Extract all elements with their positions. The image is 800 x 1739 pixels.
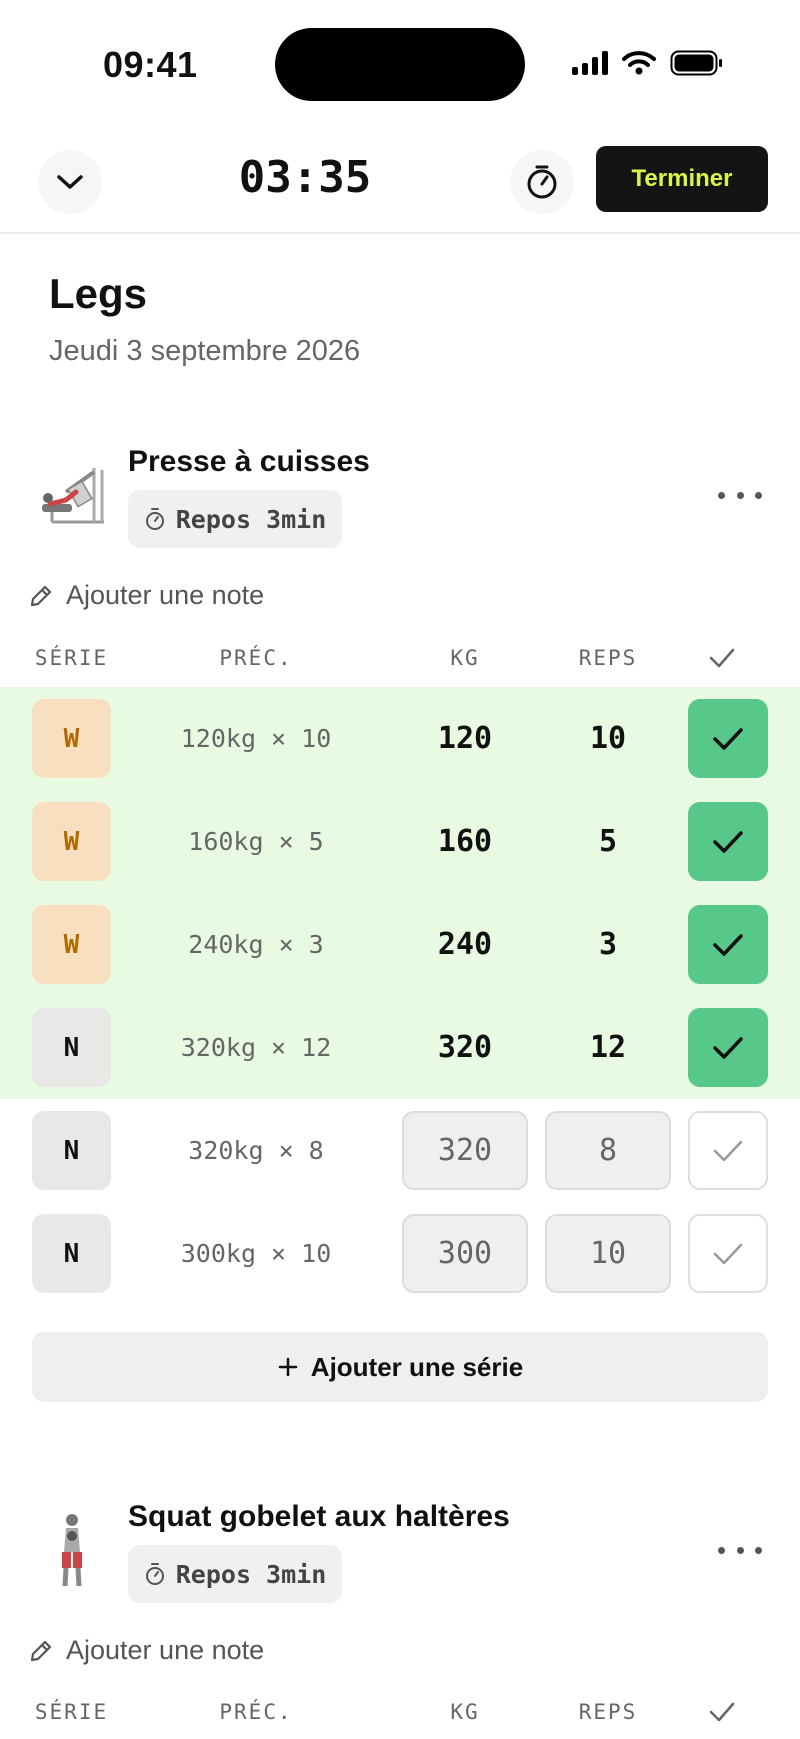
checkmark-icon — [713, 1140, 743, 1161]
complete-set-toggle[interactable] — [688, 1214, 768, 1293]
complete-set-toggle[interactable] — [688, 905, 768, 984]
goblet-squat-thumbnail[interactable] — [32, 1510, 112, 1590]
checkmark-icon — [713, 830, 743, 853]
checkmark-icon — [713, 727, 743, 750]
set-row: W 120kg × 10 120 10 — [0, 687, 800, 790]
complete-set-toggle[interactable] — [688, 802, 768, 881]
workout-date: Jeudi 3 septembre 2026 — [49, 335, 361, 367]
previous-value[interactable]: 300kg × 10 — [150, 1214, 362, 1293]
wifi-icon — [622, 51, 656, 75]
col-set: SÉRIE — [34, 646, 109, 670]
col-kg: KG — [450, 1700, 480, 1724]
set-type-badge[interactable]: W — [32, 699, 111, 778]
col-reps: REPS — [578, 1700, 638, 1724]
set-type-badge[interactable]: N — [32, 1008, 111, 1087]
more-options-button[interactable] — [718, 485, 762, 505]
status-icons — [572, 50, 724, 76]
workout-header: 03:35 Terminer — [0, 130, 800, 234]
add-note-label: Ajouter une note — [66, 580, 265, 610]
checkmark-icon — [713, 1243, 743, 1264]
elapsed-timer: 03:35 — [238, 152, 372, 203]
complete-set-toggle[interactable] — [688, 1008, 768, 1087]
add-note-button[interactable]: Ajouter une note — [28, 1635, 264, 1666]
col-prev: PRÉC. — [219, 1700, 293, 1724]
rest-timer-chip[interactable]: Repos 3min — [128, 1545, 342, 1603]
set-row: N 320kg × 8 320 8 — [0, 1099, 800, 1202]
checkmark-icon — [713, 1036, 743, 1059]
kg-input[interactable]: 320 — [402, 1111, 528, 1190]
battery-icon — [670, 50, 722, 76]
leg-press-thumbnail[interactable] — [32, 458, 112, 538]
set-type-badge[interactable]: W — [32, 905, 111, 984]
checkmark-icon — [709, 648, 735, 668]
rest-timer-chip[interactable]: Repos 3min — [128, 490, 342, 548]
rest-label: Repos 3min — [175, 504, 327, 534]
kg-field[interactable]: 320 — [402, 1008, 528, 1087]
add-set-button[interactable]: Ajouter une série — [32, 1332, 768, 1402]
previous-value[interactable]: 320kg × 12 — [150, 1008, 362, 1087]
reps-field[interactable]: 10 — [545, 699, 671, 778]
stopwatch-icon — [145, 1563, 164, 1585]
kg-input[interactable]: 300 — [402, 1214, 528, 1293]
set-row: W 160kg × 5 160 5 — [0, 790, 800, 893]
set-type-badge[interactable]: N — [32, 1214, 111, 1293]
col-kg: KG — [450, 646, 480, 670]
stopwatch-icon — [527, 165, 557, 199]
reps-input[interactable]: 10 — [545, 1214, 671, 1293]
set-table-header: SÉRIE PRÉC. KG REPS — [0, 646, 800, 676]
col-reps: REPS — [578, 646, 638, 670]
dynamic-island — [275, 28, 525, 101]
previous-value[interactable]: 320kg × 8 — [150, 1111, 362, 1190]
complete-set-toggle[interactable] — [688, 699, 768, 778]
set-row: N 320kg × 12 320 12 — [0, 996, 800, 1099]
set-row: W 240kg × 3 240 3 — [0, 893, 800, 996]
exercise-name[interactable]: Presse à cuisses — [128, 445, 370, 479]
status-bar: 09:41 — [0, 0, 800, 130]
pencil-icon — [30, 1640, 52, 1661]
set-table-header: SÉRIE PRÉC. KG REPS — [0, 1700, 800, 1730]
add-note-label: Ajouter une note — [66, 1635, 265, 1665]
finish-button[interactable]: Terminer — [596, 146, 768, 212]
more-options-button[interactable] — [718, 1540, 762, 1560]
workout-title[interactable]: Legs — [49, 270, 147, 318]
status-time: 09:41 — [103, 44, 198, 85]
previous-value[interactable]: 240kg × 3 — [150, 905, 362, 984]
collapse-button[interactable] — [38, 150, 102, 214]
previous-value[interactable]: 120kg × 10 — [150, 699, 362, 778]
reps-field[interactable]: 5 — [545, 802, 671, 881]
kg-field[interactable]: 120 — [402, 699, 528, 778]
kg-field[interactable]: 160 — [402, 802, 528, 881]
pencil-icon — [30, 585, 52, 606]
reps-field[interactable]: 3 — [545, 905, 671, 984]
rest-label: Repos 3min — [175, 1559, 327, 1589]
rest-timer-button[interactable] — [510, 150, 574, 214]
checkmark-icon — [709, 1702, 735, 1722]
add-set-label: Ajouter une série — [310, 1351, 524, 1382]
set-row: N 300kg × 10 300 10 — [0, 1202, 800, 1305]
reps-input[interactable]: 8 — [545, 1111, 671, 1190]
add-note-button[interactable]: Ajouter une note — [28, 580, 264, 611]
col-prev: PRÉC. — [219, 646, 293, 670]
plus-icon — [278, 1357, 298, 1377]
col-set: SÉRIE — [34, 1700, 109, 1724]
kg-field[interactable]: 240 — [402, 905, 528, 984]
reps-field[interactable]: 12 — [545, 1008, 671, 1087]
set-type-badge[interactable]: N — [32, 1111, 111, 1190]
checkmark-icon — [713, 933, 743, 956]
cellular-signal-icon — [572, 51, 608, 75]
chevron-down-icon — [57, 175, 83, 189]
set-type-badge[interactable]: W — [32, 802, 111, 881]
previous-value[interactable]: 160kg × 5 — [150, 802, 362, 881]
exercise-name[interactable]: Squat gobelet aux haltères — [128, 1500, 510, 1534]
stopwatch-icon — [145, 508, 164, 530]
complete-set-toggle[interactable] — [688, 1111, 768, 1190]
